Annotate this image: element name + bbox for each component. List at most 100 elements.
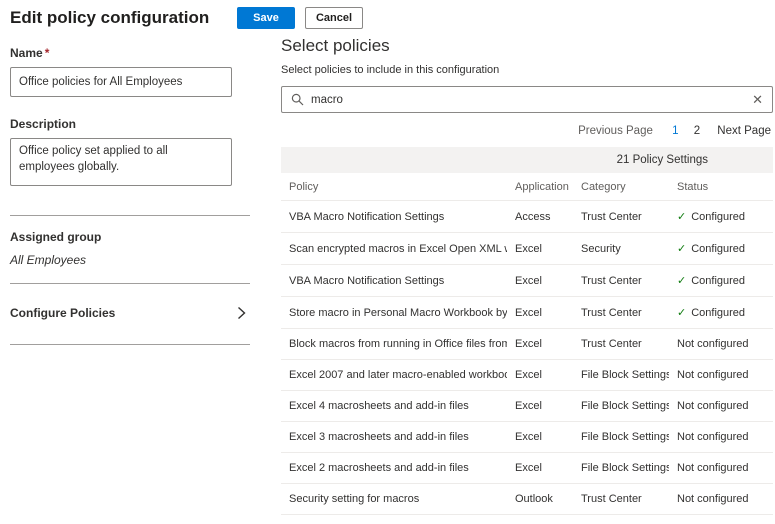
description-input[interactable]: Office policy set applied to all employe… [10, 138, 232, 186]
divider [10, 344, 250, 345]
policy-name-cell[interactable]: Excel 4 macrosheets and add-in files [281, 391, 507, 422]
policy-row[interactable]: Security setting for macros Outlook Trus… [281, 484, 773, 515]
column-header-application: Application [507, 173, 573, 201]
status-cell: ✓Not configured [669, 422, 773, 453]
policy-name-cell[interactable]: Store macro in Personal Macro Workbook b… [281, 297, 507, 329]
policy-name-cell[interactable]: Scan encrypted macros in Excel Open XML … [281, 233, 507, 265]
category-cell: File Block Settings [573, 422, 669, 453]
name-label-text: Name [10, 46, 43, 60]
application-cell: Excel [507, 265, 573, 297]
status-cell: ✓Not configured [669, 484, 773, 515]
policy-configuration-form: Name* Description Office policy set appl… [0, 32, 250, 345]
status-label: Not configured [677, 431, 749, 443]
content-area: Name* Description Office policy set appl… [0, 32, 775, 524]
status-label: Configured [691, 243, 745, 255]
divider [10, 283, 250, 284]
required-asterisk: * [45, 46, 50, 60]
status-label: Not configured [677, 462, 749, 474]
application-cell: Excel [507, 391, 573, 422]
application-cell: Outlook [507, 515, 573, 524]
category-cell: File Block Settings [573, 391, 669, 422]
column-header-policy: Policy [281, 173, 507, 201]
page-number-2[interactable]: 2 [694, 125, 700, 137]
category-cell: File Block Settings [573, 360, 669, 391]
status-label: Not configured [677, 493, 749, 505]
status-cell: ✓ Configured [669, 265, 773, 297]
status-label: Not configured [677, 400, 749, 412]
policy-name-cell[interactable]: Excel 2 macrosheets and add-in files [281, 453, 507, 484]
policy-row[interactable]: Excel 4 macrosheets and add-in files Exc… [281, 391, 773, 422]
status-label: Configured [691, 211, 745, 223]
assigned-group-value: All Employees [10, 253, 250, 267]
policy-table: Policy Application Category Status VBA M… [281, 173, 773, 524]
policy-row[interactable]: Store macro in Personal Macro Workbook b… [281, 297, 773, 329]
pagination: Previous Page 1 2 Next Page [283, 125, 771, 137]
application-cell: Excel [507, 329, 573, 360]
configured-check-icon: ✓ [677, 211, 686, 223]
previous-page-link[interactable]: Previous Page [578, 125, 653, 137]
policy-row[interactable]: Excel 2007 and later macro-enabled workb… [281, 360, 773, 391]
policy-row[interactable]: Excel 3 macrosheets and add-in files Exc… [281, 422, 773, 453]
page-title: Edit policy configuration [10, 8, 237, 28]
status-cell: ✓Not configured [669, 360, 773, 391]
status-cell: ✓Not configured [669, 453, 773, 484]
category-cell: Trust Center [573, 265, 669, 297]
description-label: Description [10, 117, 250, 131]
policy-search-input[interactable] [311, 94, 745, 106]
application-cell: Access [507, 201, 573, 233]
column-header-category: Category [573, 173, 669, 201]
policy-row[interactable]: Excel 2 macrosheets and add-in files Exc… [281, 453, 773, 484]
edit-policy-configuration-page: Edit policy configuration Save Cancel Na… [0, 0, 775, 524]
policy-name-cell[interactable]: Excel 2007 and later macro-enabled workb… [281, 360, 507, 391]
configure-policies-label: Configure Policies [10, 306, 115, 320]
policy-name-cell[interactable]: VBA Macro Notification Settings [281, 265, 507, 297]
status-label: Not configured [677, 369, 749, 381]
status-cell: ✓Not configured [669, 329, 773, 360]
policy-name-cell[interactable]: Excel 3 macrosheets and add-in files [281, 422, 507, 453]
next-page-link[interactable]: Next Page [717, 125, 771, 137]
select-policies-subtitle: Select policies to include in this confi… [281, 64, 773, 76]
policy-row[interactable]: VBA Macro Notification Settings Excel Tr… [281, 265, 773, 297]
status-cell: ✓Not configured [669, 391, 773, 422]
policy-table-header-row: Policy Application Category Status [281, 173, 773, 201]
policy-search-box[interactable]: ✕ [281, 86, 773, 113]
policy-row[interactable]: Apply macro security settings to macros,… [281, 515, 773, 524]
policy-name-cell[interactable]: VBA Macro Notification Settings [281, 201, 507, 233]
policy-row[interactable]: Block macros from running in Office file… [281, 329, 773, 360]
assigned-group-label: Assigned group [10, 230, 250, 244]
status-cell: ✓Not configured [669, 515, 773, 524]
category-cell: Security [573, 233, 669, 265]
page-number-1[interactable]: 1 [672, 125, 678, 137]
clear-search-icon[interactable]: ✕ [752, 93, 763, 106]
select-policies-panel: Select policies Select policies to inclu… [250, 32, 775, 524]
name-label: Name* [10, 46, 250, 60]
application-cell: Outlook [507, 484, 573, 515]
configure-policies-button[interactable]: Configure Policies [10, 306, 250, 320]
policy-row[interactable]: VBA Macro Notification Settings Access T… [281, 201, 773, 233]
select-policies-heading: Select policies [281, 36, 773, 56]
application-cell: Excel [507, 453, 573, 484]
status-label: Configured [691, 275, 745, 287]
policy-name-cell[interactable]: Block macros from running in Office file… [281, 329, 507, 360]
status-cell: ✓ Configured [669, 201, 773, 233]
category-cell: Trust Center [573, 329, 669, 360]
application-cell: Excel [507, 360, 573, 391]
cancel-button[interactable]: Cancel [305, 7, 363, 29]
category-cell: Trust Center [573, 515, 669, 524]
category-cell: Trust Center [573, 201, 669, 233]
status-cell: ✓Configured [669, 233, 773, 265]
policy-row[interactable]: Scan encrypted macros in Excel Open XML … [281, 233, 773, 265]
chevron-right-icon [237, 306, 250, 320]
status-cell: ✓Configured [669, 297, 773, 329]
column-header-status: Status [669, 173, 773, 201]
save-button[interactable]: Save [237, 7, 295, 29]
application-cell: Excel [507, 233, 573, 265]
policy-name-cell[interactable]: Security setting for macros [281, 484, 507, 515]
configured-check-icon: ✓ [677, 275, 686, 287]
name-input[interactable] [10, 67, 232, 97]
policy-name-cell[interactable]: Apply macro security settings to macros,… [281, 515, 507, 524]
application-cell: Excel [507, 422, 573, 453]
policy-settings-count: 21 Policy Settings [617, 154, 708, 166]
status-label: Configured [691, 307, 745, 319]
category-cell: Trust Center [573, 484, 669, 515]
